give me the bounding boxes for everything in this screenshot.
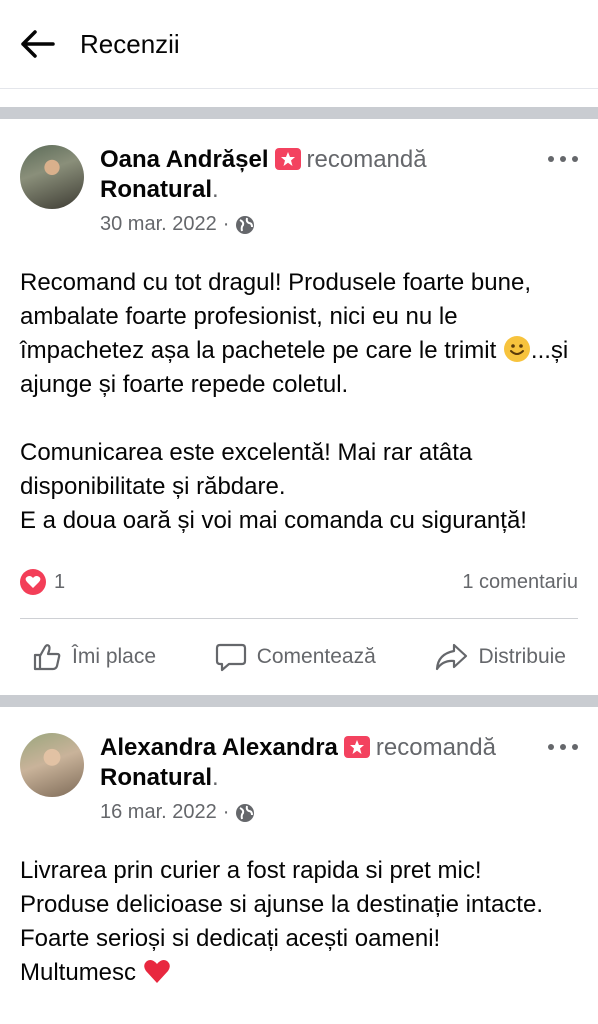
comment-count[interactable]: 1 comentariu: [462, 571, 578, 594]
review-post: Oana Andrășel recomandă Ronatural. 30 mar…: [0, 119, 598, 695]
comment-icon: [215, 643, 246, 672]
share-button[interactable]: Distribuie: [434, 642, 566, 672]
avatar[interactable]: [20, 145, 84, 209]
author-name[interactable]: Alexandra Alexandra: [100, 734, 338, 761]
post-header-text: Oana Andrășel recomandă Ronatural. 30 mar…: [100, 145, 578, 236]
smile-emoji-icon: [503, 336, 530, 362]
post-date[interactable]: 30 mar. 2022: [100, 213, 217, 236]
post-date-row: 16 mar. 2022 ·: [100, 801, 578, 824]
page-name[interactable]: Ronatural: [100, 176, 212, 203]
recommend-icon: [343, 736, 370, 758]
more-icon[interactable]: [548, 149, 578, 169]
globe-icon: [236, 215, 255, 234]
share-icon: [436, 643, 468, 671]
page-name[interactable]: Ronatural: [100, 764, 212, 791]
post-text: Livrarea prin curier a fost rapida si pr…: [20, 857, 543, 986]
reaction-count: 1: [54, 570, 66, 593]
red-heart-emoji-icon: [143, 960, 170, 983]
avatar[interactable]: [20, 733, 84, 797]
heart-icon: [20, 569, 46, 595]
more-icon[interactable]: [548, 737, 578, 757]
comment-button[interactable]: Comentează: [215, 642, 376, 672]
page-title: Recenzii: [80, 28, 180, 59]
recommend-verb: recomandă: [306, 146, 427, 173]
back-arrow-icon[interactable]: [18, 24, 58, 64]
section-separator: [0, 695, 598, 707]
post-header: Alexandra Alexandra recomandă Ronatural. …: [20, 707, 578, 824]
recommend-verb: recomandă: [375, 734, 496, 761]
globe-icon: [236, 803, 255, 822]
post-stats: 1 1 comentariu: [20, 566, 578, 598]
post-date[interactable]: 16 mar. 2022: [100, 801, 217, 824]
reactions[interactable]: 1: [20, 569, 65, 595]
top-bar: Recenzii: [0, 0, 598, 89]
author-name[interactable]: Oana Andrășel: [100, 146, 269, 173]
section-separator: [0, 107, 598, 119]
review-post: Alexandra Alexandra recomandă Ronatural. …: [0, 707, 598, 990]
post-header: Oana Andrășel recomandă Ronatural. 30 mar…: [20, 119, 578, 236]
like-icon: [33, 644, 61, 671]
post-header-text: Alexandra Alexandra recomandă Ronatural. …: [100, 733, 578, 824]
post-actions: Îmi place Comentează Distribuie: [20, 619, 578, 695]
recommend-icon: [274, 148, 301, 170]
post-text: Recomand cu tot dragul! Produsele foarte…: [20, 269, 569, 534]
post-date-row: 30 mar. 2022 ·: [100, 213, 578, 236]
like-button[interactable]: Îmi place: [32, 642, 156, 672]
